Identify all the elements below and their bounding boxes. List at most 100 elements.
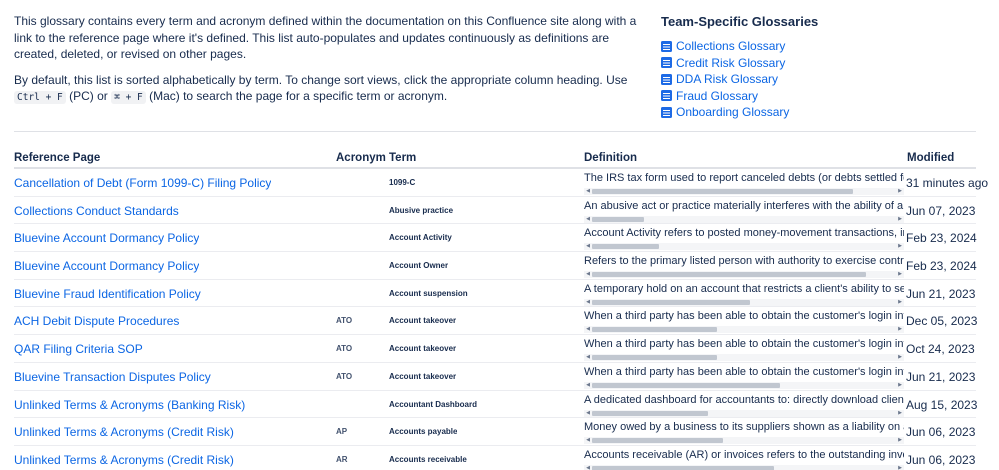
scroll-right-icon[interactable]: ▶ [896,243,904,250]
reference-page-link[interactable]: Collections Conduct Standards [14,204,179,218]
shortcut-mac: ⌘ + F [111,91,146,104]
definition-text: Accounts receivable (AR) or invoices ref… [584,448,904,461]
reference-page-link[interactable]: Unlinked Terms & Acronyms (Credit Risk) [14,425,234,439]
modified-cell: Feb 23, 2024 [906,231,977,246]
scroll-left-icon[interactable]: ◀ [584,271,592,278]
definition-scrollbar[interactable]: ◀ ▶ [584,326,904,334]
table-row: Unlinked Terms & Acronyms (Credit Risk) A… [14,446,976,470]
intro-paragraph-1: This glossary contains every term and ac… [14,14,637,61]
table-row: Unlinked Terms & Acronyms (Banking Risk)… [14,391,978,419]
scroll-left-icon[interactable]: ◀ [584,188,592,195]
definition-text: Refers to the primary listed person with… [584,255,904,268]
scrollbar-thumb[interactable] [592,244,659,250]
definition-text: When a third party has been able to obta… [584,365,904,378]
scroll-left-icon[interactable]: ◀ [584,326,592,333]
team-glossary-link[interactable]: Fraud Glossary [661,88,961,105]
scroll-right-icon[interactable]: ▶ [896,216,904,223]
scrollbar-thumb[interactable] [592,272,866,278]
scroll-left-icon[interactable]: ◀ [584,465,592,470]
scroll-left-icon[interactable]: ◀ [584,382,592,389]
reference-page-link[interactable]: QAR Filing Criteria SOP [14,342,143,356]
definition-text: The IRS tax form used to report canceled… [584,172,904,184]
definition-cell: An abusive act or practice materially in… [584,200,904,224]
table-row: Bluevine Transaction Disputes Policy ATO A… [14,363,976,391]
scrollbar-thumb[interactable] [592,465,774,470]
scroll-left-icon[interactable]: ◀ [584,437,592,444]
column-header-term[interactable]: Term [389,152,416,164]
term-cell: Account Activity [389,233,452,243]
team-glossary-link[interactable]: DDA Risk Glossary [661,71,961,88]
scroll-right-icon[interactable]: ▶ [896,382,904,389]
definition-cell: Accounts receivable (AR) or invoices ref… [584,449,904,470]
reference-page-link[interactable]: Bluevine Fraud Identification Policy [14,287,201,301]
column-header-reference-page[interactable]: Reference Page [14,152,100,164]
definition-scrollbar[interactable]: ◀ ▶ [584,188,904,195]
table-body: Cancellation of Debt (Form 1099-C) Filin… [14,169,988,470]
reference-page-link[interactable]: Bluevine Account Dormancy Policy [14,231,199,245]
term-cell: Account takeover [389,344,457,354]
term-cell: Accountant Dashboard [389,399,478,409]
scrollbar-thumb[interactable] [592,189,853,194]
team-glossary-link[interactable]: Collections Glossary [661,38,961,55]
column-header-acronym[interactable]: Acronym [336,152,386,164]
scroll-right-icon[interactable]: ▶ [896,326,904,333]
scroll-right-icon[interactable]: ▶ [896,271,904,278]
reference-page-link[interactable]: Bluevine Transaction Disputes Policy [14,370,211,384]
intro-paragraph-2: By default, this list is sorted alphabet… [14,72,644,107]
scroll-left-icon[interactable]: ◀ [584,243,592,250]
acronym-cell: ATO [336,371,353,381]
scrollbar-thumb[interactable] [592,410,708,416]
scroll-left-icon[interactable]: ◀ [584,299,592,306]
team-glossary-link-label: Credit Risk Glossary [676,55,786,70]
definition-scrollbar[interactable]: ◀ ▶ [584,243,904,251]
scroll-left-icon[interactable]: ◀ [584,410,592,417]
scrollbar-thumb[interactable] [592,327,717,333]
definition-scrollbar[interactable]: ◀ ▶ [584,298,904,306]
scroll-left-icon[interactable]: ◀ [584,216,592,223]
scrollbar-thumb[interactable] [592,299,750,305]
scrollbar-thumb[interactable] [592,382,780,388]
reference-page-link[interactable]: Cancellation of Debt (Form 1099-C) Filin… [14,176,271,190]
reference-page-link[interactable]: Bluevine Account Dormancy Policy [14,259,199,273]
modified-cell: Aug 15, 2023 [906,397,978,412]
team-glossary-link[interactable]: Credit Risk Glossary [661,55,961,72]
reference-page-link[interactable]: Unlinked Terms & Acronyms (Banking Risk) [14,398,245,412]
reference-page-link[interactable]: ACH Debit Dispute Procedures [14,314,179,328]
divider [14,131,976,132]
definition-scrollbar[interactable]: ◀ ▶ [584,215,904,223]
scroll-right-icon[interactable]: ▶ [896,465,904,470]
scroll-right-icon[interactable]: ▶ [896,188,904,195]
definition-cell: When a third party has been able to obta… [584,338,904,362]
definition-scrollbar[interactable]: ◀ ▶ [584,271,904,279]
team-glossary-link[interactable]: Onboarding Glossary [661,104,961,121]
page-icon [661,40,672,52]
table-row: Bluevine Account Dormancy Policy Account … [14,224,977,253]
team-glossary-link-label: Onboarding Glossary [676,105,790,120]
definition-cell: When a third party has been able to obta… [584,310,904,334]
scroll-right-icon[interactable]: ▶ [896,299,904,306]
column-header-definition[interactable]: Definition [584,152,637,164]
intro-text-part: (Mac) to search the page for a specific … [149,89,448,103]
scroll-right-icon[interactable]: ▶ [896,410,904,417]
scroll-right-icon[interactable]: ▶ [896,354,904,361]
definition-scrollbar[interactable]: ◀ ▶ [584,381,904,389]
team-glossaries-title: Team-Specific Glossaries [661,14,819,29]
definition-scrollbar[interactable]: ◀ ▶ [584,354,904,362]
scroll-right-icon[interactable]: ▶ [896,437,904,444]
scrollbar-thumb[interactable] [592,355,717,361]
definition-scrollbar[interactable]: ◀ ▶ [584,437,904,445]
modified-cell: Jun 21, 2023 [906,286,976,301]
term-cell: Abusive practice [389,205,454,215]
definition-scrollbar[interactable]: ◀ ▶ [584,464,904,470]
scroll-left-icon[interactable]: ◀ [584,354,592,361]
reference-page-link[interactable]: Unlinked Terms & Acronyms (Credit Risk) [14,453,234,467]
shortcut-pc: Ctrl + F [14,91,66,104]
term-cell: 1099-C [389,178,416,187]
definition-scrollbar[interactable]: ◀ ▶ [584,409,904,417]
column-header-modified[interactable]: Modified [907,152,954,164]
page-icon [661,106,672,118]
scrollbar-thumb[interactable] [592,216,644,222]
table-row: Bluevine Account Dormancy Policy Account … [14,252,977,280]
acronym-cell: ATO [336,316,353,326]
scrollbar-thumb[interactable] [592,438,723,444]
